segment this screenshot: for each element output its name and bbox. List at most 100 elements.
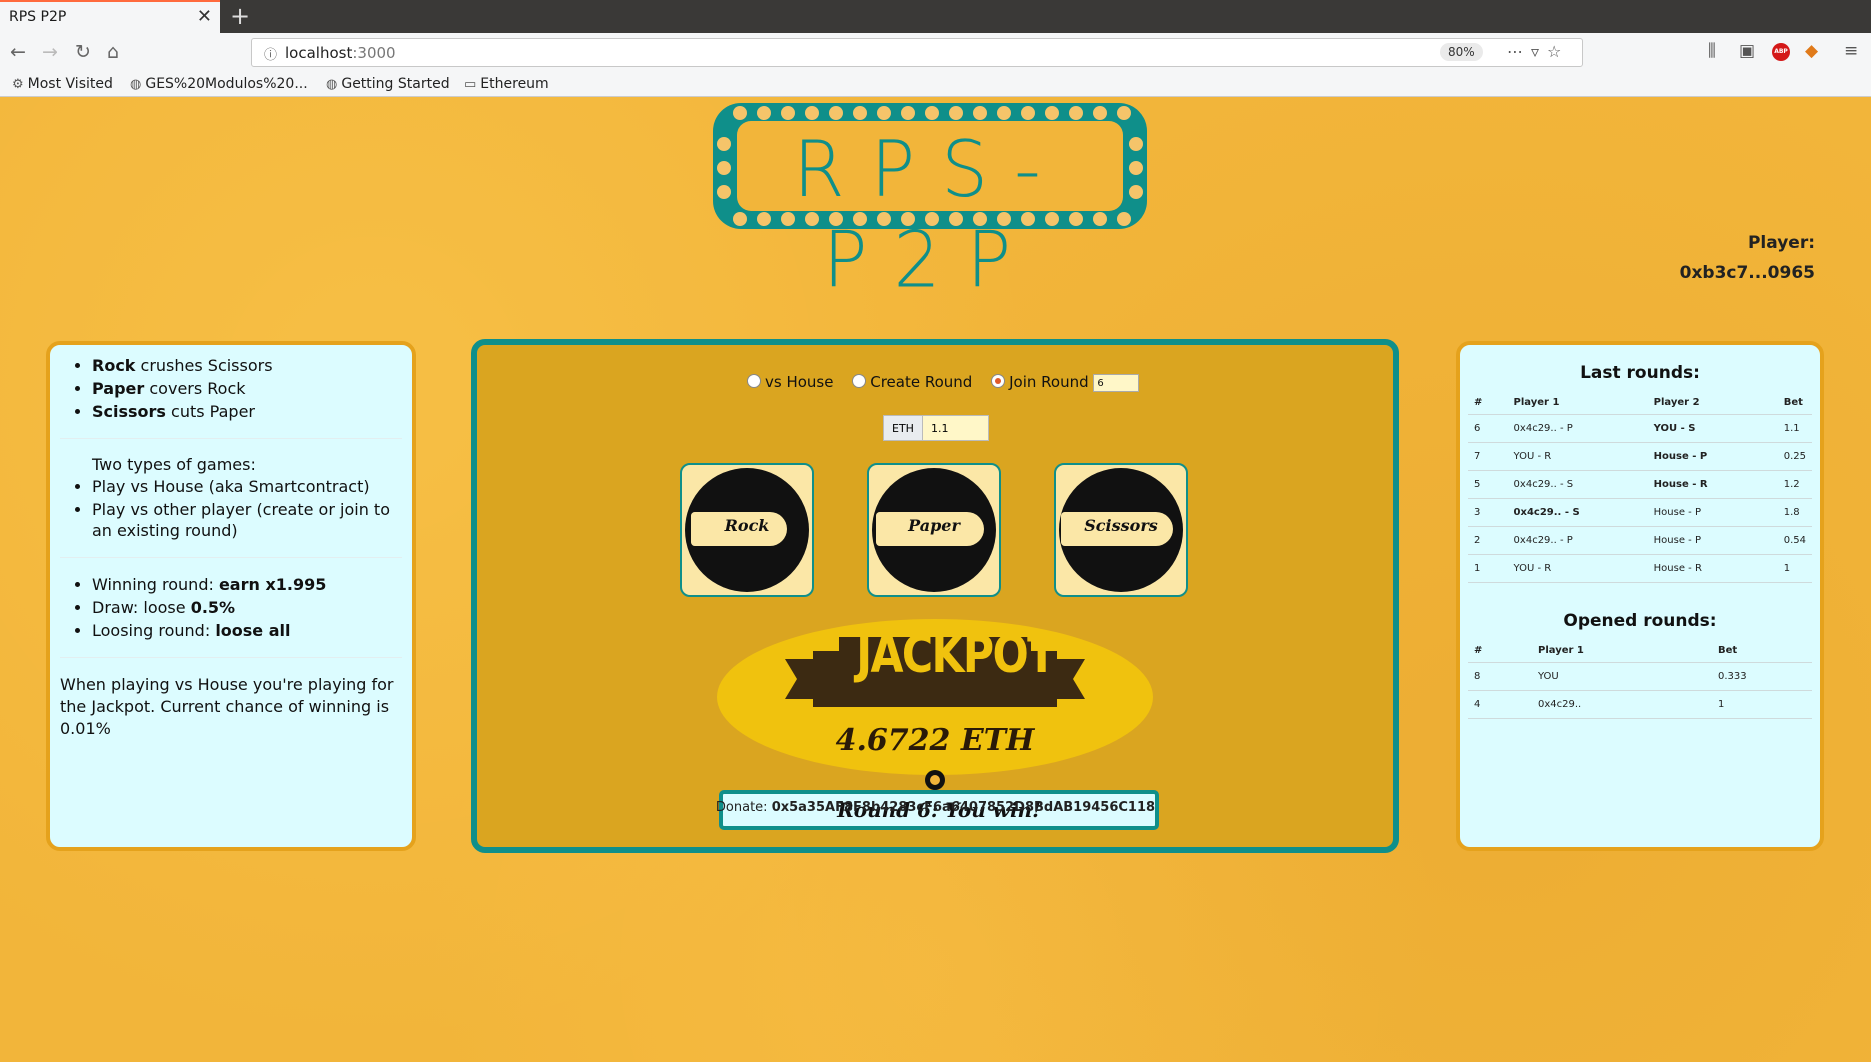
- adblock-icon[interactable]: ABP: [1772, 43, 1790, 61]
- logo-bulb: [733, 106, 747, 120]
- payouts-list: Winning round: earn x1.995 Draw: loose 0…: [60, 574, 402, 641]
- rule-item: Paper covers Rock: [92, 378, 402, 399]
- logo-bulb: [1117, 106, 1131, 120]
- rock-icon: Rock: [685, 468, 809, 592]
- metamask-icon[interactable]: ◆: [1805, 41, 1818, 61]
- logo-bulb: [1045, 212, 1059, 226]
- bet-input[interactable]: 1.1: [923, 415, 989, 441]
- game-type-item: Play vs House (aka Smartcontract): [92, 476, 402, 497]
- game-types-list: Play vs House (aka Smartcontract) Play v…: [60, 476, 402, 541]
- logo-bulb: [853, 212, 867, 226]
- logo-frame: RPS-P2P: [737, 121, 1123, 305]
- logo-bulb: [973, 212, 987, 226]
- jackpot-note: When playing vs House you're playing for…: [60, 675, 394, 738]
- rule-item: Rock crushes Scissors: [92, 355, 402, 376]
- table-row[interactable]: 3 0x4c29.. - S House - P 1.8: [1468, 498, 1812, 527]
- logo-bulb: [1069, 106, 1083, 120]
- new-tab-icon[interactable]: +: [230, 2, 250, 30]
- page-body: RPS-P2P Player: 0xb3c7...0965 • Rock cru…: [0, 97, 1871, 1062]
- join-round-input[interactable]: 6: [1093, 373, 1140, 392]
- divider: [60, 657, 402, 658]
- logo-bulb: [829, 106, 843, 120]
- logo-bulb: [901, 212, 915, 226]
- scissors-button[interactable]: Scissors: [1054, 463, 1188, 597]
- reload-icon[interactable]: ↻: [75, 41, 91, 63]
- menu-icon[interactable]: ≡: [1844, 41, 1858, 61]
- logo-bulb: [877, 212, 891, 226]
- logo-bulb: [717, 161, 731, 175]
- library-icon[interactable]: ⫼: [1708, 41, 1716, 61]
- gear-icon: ⚙: [12, 77, 24, 92]
- logo-bulb: [1021, 106, 1035, 120]
- bookmark-most-visited[interactable]: ⚙ Most Visited: [12, 76, 113, 92]
- payout-item: Winning round: earn x1.995: [92, 574, 402, 595]
- zoom-badge[interactable]: 80%: [1440, 43, 1483, 61]
- paper-button[interactable]: Paper: [867, 463, 1001, 597]
- logo-bulb: [877, 106, 891, 120]
- radio-create-round[interactable]: [852, 374, 867, 388]
- logo-bulb: [781, 106, 795, 120]
- table-row[interactable]: 1 YOU - R House - R1: [1468, 554, 1812, 583]
- url-bar[interactable]: ⓘ localhost:3000 80% ⋯▿☆: [251, 38, 1583, 67]
- rules-list: Rock crushes Scissors Paper covers Rock …: [60, 355, 402, 422]
- table-header: # Player 1 Bet: [1468, 641, 1812, 663]
- sidebar-icon[interactable]: ▣: [1739, 41, 1755, 61]
- logo-bulb: [805, 106, 819, 120]
- rounds-panel: Last rounds: # Player 1 Player 2 Bet 6 0x…: [1456, 341, 1824, 851]
- table-row[interactable]: 2 0x4c29.. - P House - P 0.54: [1468, 526, 1812, 555]
- radio-vs-house[interactable]: [747, 374, 761, 388]
- jackpot-display: JACKPOT 4.6722 ETH: [717, 619, 1153, 775]
- donate-address[interactable]: 0x5a35AF8F8b4283cF6a6407852D8BdAB19456C1…: [772, 800, 1155, 815]
- bookmark-ethereum[interactable]: ▭ Ethereum: [464, 76, 549, 92]
- logo-bulb: [997, 212, 1011, 226]
- close-tab-icon[interactable]: ✕: [197, 6, 212, 27]
- site-info-icon[interactable]: ⓘ: [264, 44, 277, 63]
- scissors-icon: Scissors: [1059, 468, 1183, 592]
- tab-title: RPS P2P: [9, 9, 67, 25]
- table-row[interactable]: 7 YOU - R House - P 0.25: [1468, 442, 1812, 471]
- table-header: # Player 1 Player 2 Bet: [1468, 393, 1812, 415]
- logo-bulb: [997, 106, 1011, 120]
- mode-join-round[interactable]: Join Round: [991, 373, 1089, 391]
- tab-bar: RPS P2P ✕ +: [0, 0, 1871, 33]
- bookmark-getting-started[interactable]: ◍ Getting Started: [326, 76, 450, 92]
- logo-bulb: [949, 106, 963, 120]
- home-icon[interactable]: ⌂: [107, 41, 119, 63]
- logo-bulb: [949, 212, 963, 226]
- nav-bar: ← → ↻ ⌂ ⓘ localhost:3000 80% ⋯▿☆ ⫼ ▣ ABP…: [0, 33, 1871, 73]
- logo-bulb: [853, 106, 867, 120]
- rule-item: Scissors cuts Paper: [92, 401, 402, 422]
- logo-bulb: [1045, 106, 1059, 120]
- page-actions[interactable]: ⋯▿☆: [1507, 42, 1569, 61]
- rock-label: Rock: [724, 516, 770, 535]
- mode-selector: vs House Create Round Join Round 6: [747, 373, 1140, 392]
- scissors-label: Scissors: [1084, 516, 1158, 535]
- table-row[interactable]: 4 0x4c29.. 1: [1468, 690, 1812, 719]
- globe-icon: ◍: [130, 77, 142, 92]
- logo-bulb: [1129, 185, 1143, 199]
- github-icon[interactable]: [925, 770, 945, 790]
- back-icon[interactable]: ←: [10, 41, 26, 63]
- logo: RPS-P2P: [713, 103, 1147, 305]
- jackpot-title: JACKPOT: [856, 625, 1056, 685]
- table-row[interactable]: 8 YOU 0.333: [1468, 662, 1812, 691]
- table-row[interactable]: 6 0x4c29.. - P YOU - S 1.1: [1468, 414, 1812, 443]
- bookmark-ges[interactable]: ◍ GES%20Modulos%20...: [130, 76, 308, 92]
- logo-bulb: [757, 212, 771, 226]
- logo-bulb: [829, 212, 843, 226]
- browser-tab[interactable]: RPS P2P ✕: [0, 0, 220, 33]
- mode-vs-house[interactable]: vs House: [747, 373, 833, 391]
- mode-create-round[interactable]: Create Round: [852, 373, 972, 391]
- game-types-title: Two types of games:: [92, 455, 256, 474]
- radio-join-round[interactable]: [991, 374, 1006, 388]
- bookmarks-bar: ⚙ Most Visited ◍ GES%20Modulos%20... ◍ Gett…: [0, 73, 1871, 97]
- logo-bulb: [733, 212, 747, 226]
- forward-icon[interactable]: →: [42, 41, 58, 63]
- logo-bulb: [925, 212, 939, 226]
- divider: [60, 438, 402, 439]
- rock-button[interactable]: Rock: [680, 463, 814, 597]
- player-address: 0xb3c7...0965: [1679, 263, 1815, 283]
- logo-bulb: [717, 137, 731, 151]
- table-row[interactable]: 5 0x4c29.. - S House - R 1.2: [1468, 470, 1812, 499]
- paper-icon: Paper: [872, 468, 996, 592]
